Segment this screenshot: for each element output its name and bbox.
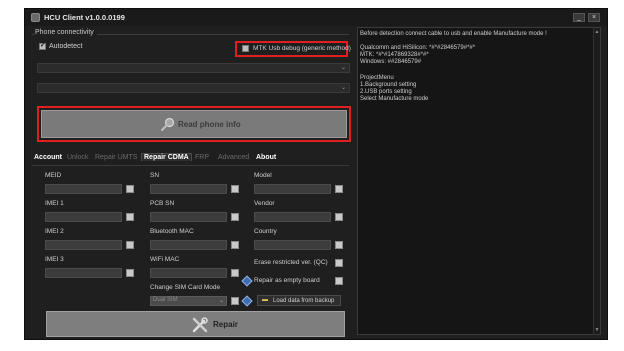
- tab-advanced[interactable]: Advanced: [218, 154, 249, 161]
- mtk-usb-debug-checkbox[interactable]: [242, 45, 249, 52]
- chevron-down-icon: ⌄: [340, 85, 346, 91]
- read-phone-info-button[interactable]: Read phone info: [41, 110, 347, 138]
- sn-checkbox[interactable]: [231, 185, 239, 193]
- tools-icon: [192, 317, 208, 333]
- imei2-label: IMEI 2: [45, 228, 64, 235]
- pcb-sn-field[interactable]: [150, 212, 227, 222]
- imei1-checkbox[interactable]: [126, 213, 134, 221]
- repair-empty-label: Repair as empty board: [254, 277, 320, 284]
- sn-field[interactable]: [150, 184, 227, 194]
- log-line: MTK: *#*#147869328#*#*: [360, 52, 429, 58]
- model-checkbox[interactable]: [335, 185, 343, 193]
- left-panel: Phone connectivity Autodetect MTK Usb de…: [32, 27, 351, 337]
- repair-empty-info-icon: [241, 275, 253, 287]
- chevron-down-icon: ⌄: [340, 65, 346, 71]
- autodetect-label: Autodetect: [49, 43, 83, 50]
- wifi-mac-checkbox[interactable]: [231, 269, 239, 277]
- mtk-highlight-box: MTK Usb debug (generic method): [235, 41, 351, 57]
- sim-mode-value: Dual SIM: [153, 297, 178, 303]
- log-line: Before detection connect cable to usb an…: [360, 31, 547, 37]
- scroll-down-icon[interactable]: ▼: [594, 327, 600, 333]
- country-field[interactable]: [254, 240, 331, 250]
- repair-label: Repair: [213, 320, 238, 329]
- mtk-usb-debug-label: MTK Usb debug (generic method): [253, 45, 351, 52]
- meid-checkbox[interactable]: [126, 185, 134, 193]
- bluetooth-mac-label: Bluetooth MAC: [150, 228, 194, 235]
- log-line: ProjectMenu: [360, 75, 394, 81]
- log-output[interactable]: Before detection connect cable to usb an…: [357, 27, 601, 335]
- read-phone-info-highlight: Read phone info: [37, 106, 351, 142]
- read-phone-info-label: Read phone info: [178, 120, 241, 129]
- tab-account[interactable]: Account: [34, 154, 62, 161]
- imei2-field[interactable]: [45, 240, 122, 250]
- tab-about[interactable]: About: [256, 154, 276, 161]
- magnifier-icon: [161, 117, 175, 131]
- sn-label: SN: [150, 172, 160, 179]
- vendor-field[interactable]: [254, 212, 331, 222]
- window-title: HCU Client v1.0.0.0199: [44, 13, 125, 22]
- wifi-mac-label: WiFi MAC: [150, 256, 180, 263]
- imei3-checkbox[interactable]: [126, 269, 134, 277]
- meid-field[interactable]: [45, 184, 122, 194]
- log-line: 2.USB ports setting: [360, 89, 412, 95]
- meid-label: MEID: [45, 172, 62, 179]
- load-backup-button[interactable]: ▬ Load data from backup: [257, 295, 341, 306]
- load-backup-label: Load data from backup: [273, 298, 335, 304]
- scroll-up-icon[interactable]: ▲: [594, 29, 600, 35]
- tab-unlock[interactable]: Unlock: [67, 154, 88, 161]
- chevron-down-icon: ⌄: [218, 298, 224, 304]
- port-select[interactable]: ⌄: [37, 63, 350, 73]
- log-line: Select Manufacture mode: [360, 96, 429, 102]
- sim-mode-checkbox[interactable]: [231, 297, 239, 305]
- pcb-sn-label: PCB SN: [150, 200, 175, 207]
- autodetect-checkbox[interactable]: [39, 41, 46, 50]
- device-select[interactable]: ⌄: [37, 83, 350, 93]
- sim-mode-select[interactable]: Dual SIM ⌄: [150, 296, 227, 306]
- bluetooth-mac-checkbox[interactable]: [231, 241, 239, 249]
- title-bar: HCU Client v1.0.0.0199 _ ×: [25, 9, 607, 26]
- model-field[interactable]: [254, 184, 331, 194]
- sim-mode-label: Change SIM Card Mode: [150, 284, 221, 291]
- wifi-mac-field[interactable]: [150, 268, 227, 278]
- erase-restricted-label: Erase restricted ver. (QC): [254, 259, 328, 266]
- tab-frp[interactable]: FRP: [195, 154, 209, 161]
- log-line: 1.Background setting: [360, 82, 417, 88]
- vendor-checkbox[interactable]: [335, 213, 343, 221]
- log-scrollbar[interactable]: ▲ ▼: [593, 28, 600, 334]
- repair-button[interactable]: Repair: [46, 311, 345, 337]
- close-button[interactable]: ×: [588, 13, 600, 22]
- minimize-button[interactable]: _: [573, 13, 585, 22]
- country-checkbox[interactable]: [335, 241, 343, 249]
- country-label: Country: [254, 228, 277, 235]
- imei1-field[interactable]: [45, 212, 122, 222]
- imei3-label: IMEI 3: [45, 256, 64, 263]
- tab-repair-cdma[interactable]: Repair CDMA: [141, 153, 192, 161]
- folder-icon: ▬: [262, 297, 268, 303]
- phone-connectivity-label: Phone connectivity: [35, 29, 97, 36]
- log-line: Windows: ##2846579#: [360, 59, 422, 65]
- model-label: Model: [254, 172, 272, 179]
- bluetooth-mac-field[interactable]: [150, 240, 227, 250]
- imei3-field[interactable]: [45, 268, 122, 278]
- app-icon: [31, 13, 40, 22]
- tab-repair-umts[interactable]: Repair UMTS: [95, 154, 137, 161]
- erase-restricted-checkbox[interactable]: [335, 259, 343, 267]
- sim-mode-apply-icon[interactable]: [241, 295, 253, 307]
- imei2-checkbox[interactable]: [126, 241, 134, 249]
- app-window: HCU Client v1.0.0.0199 _ × Phone connect…: [24, 8, 608, 340]
- pcb-sn-checkbox[interactable]: [231, 213, 239, 221]
- repair-empty-checkbox[interactable]: [335, 277, 343, 285]
- log-line: Qualcomm and HiSilicon: *#*#2846579#*#*: [360, 45, 476, 51]
- imei1-label: IMEI 1: [45, 200, 64, 207]
- vendor-label: Vendor: [254, 200, 275, 207]
